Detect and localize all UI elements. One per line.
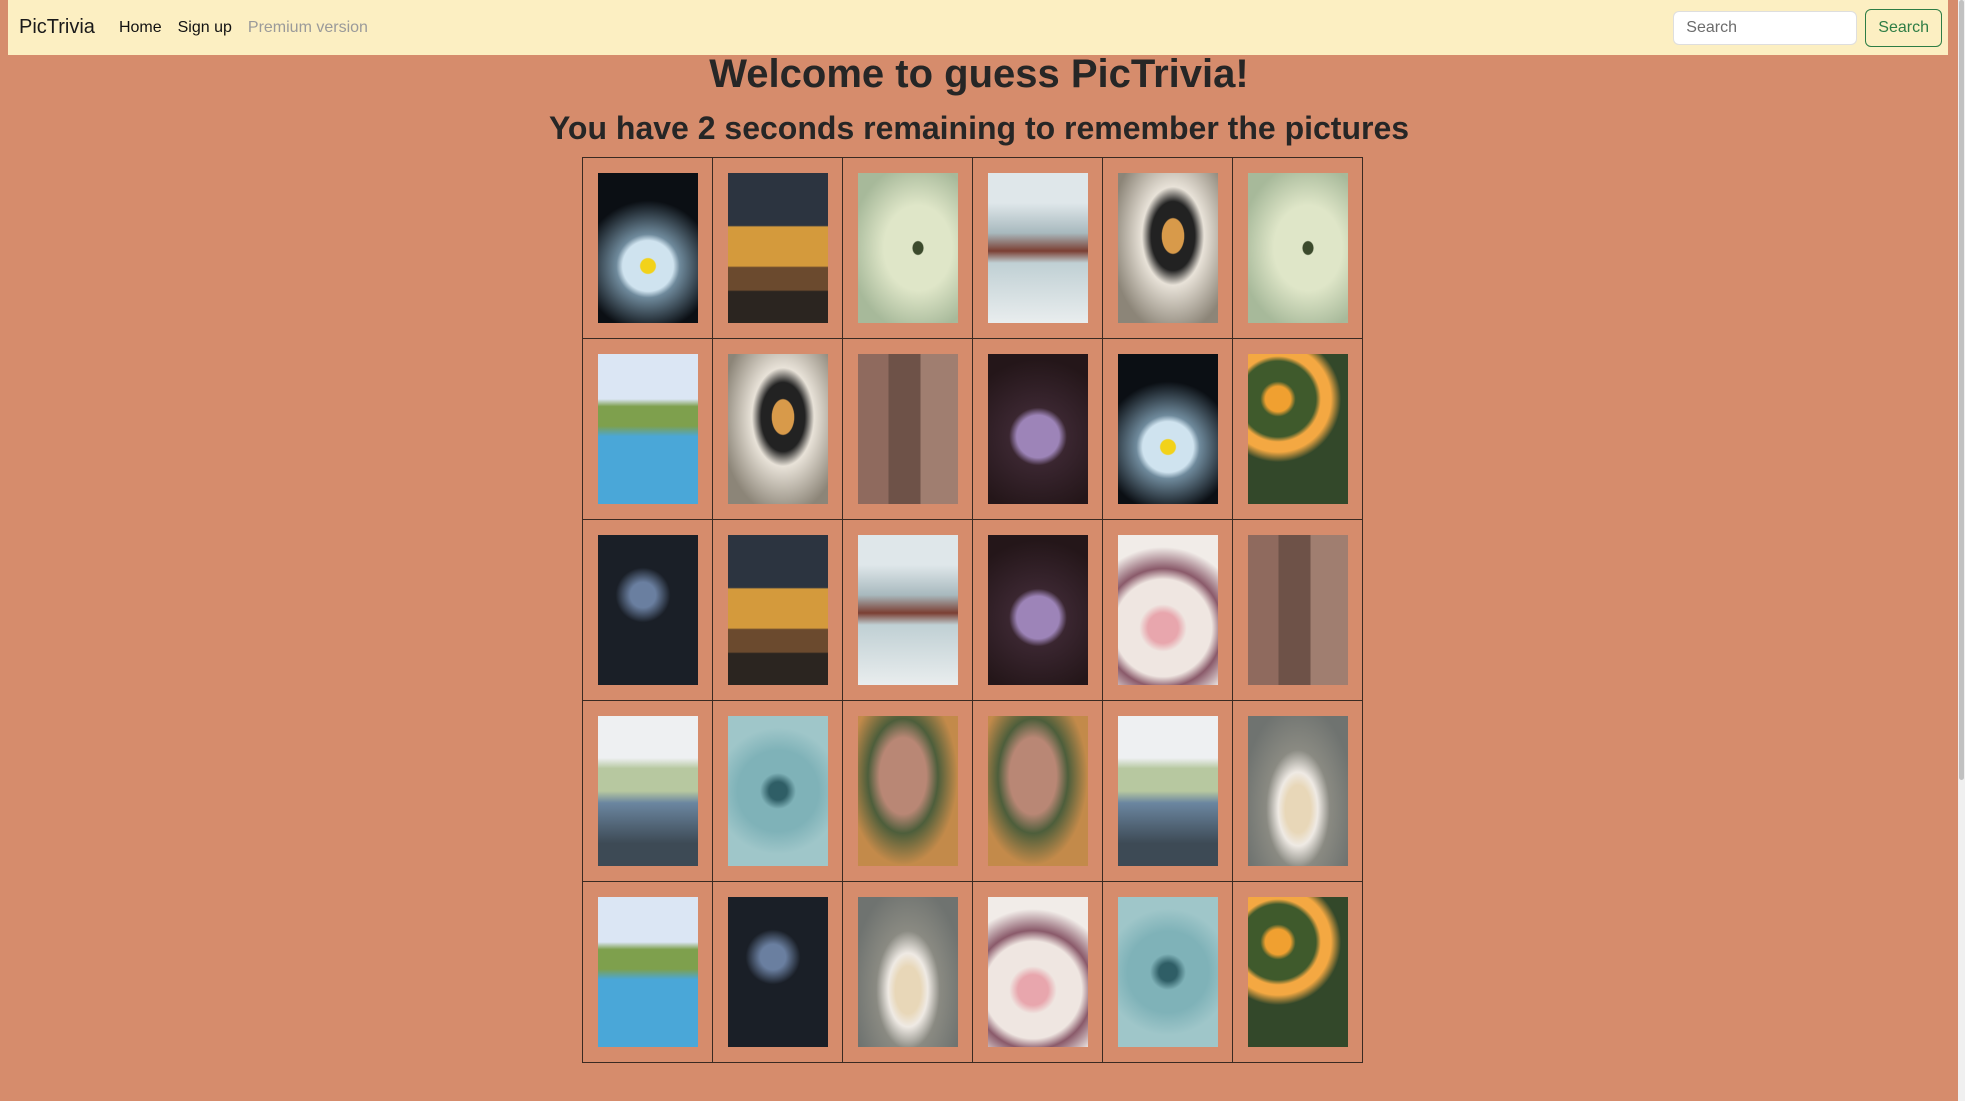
- grid-cell[interactable]: [842, 700, 973, 882]
- picture-surfer-wave[interactable]: [857, 535, 958, 685]
- grid-cell[interactable]: [1232, 338, 1363, 520]
- grid-cell[interactable]: [1102, 519, 1233, 701]
- nav-link-premium-version: Premium version: [247, 18, 368, 36]
- grid-cell[interactable]: [712, 519, 843, 701]
- picture-blue-succulent[interactable]: [1117, 897, 1218, 1047]
- picture-purple-popsicle-berries[interactable]: [987, 535, 1088, 685]
- picture-compact-mirror-eye[interactable]: [1117, 173, 1218, 323]
- picture-icecream-pool-palms[interactable]: [597, 897, 698, 1047]
- grid-cell[interactable]: [1232, 519, 1363, 701]
- grid-row: [582, 519, 1363, 701]
- picture-surfer-wave[interactable]: [987, 173, 1088, 323]
- grid-cell[interactable]: [582, 338, 713, 520]
- grid-cell[interactable]: [842, 519, 973, 701]
- picture-blonde-hair-plate[interactable]: [1247, 716, 1348, 866]
- grid-cell[interactable]: [972, 338, 1103, 520]
- picture-crocodile-water[interactable]: [1247, 173, 1348, 323]
- picture-blonde-hair-plate[interactable]: [857, 897, 958, 1047]
- vertical-scrollbar[interactable]: [1958, 0, 1965, 1101]
- grid-cell[interactable]: [842, 881, 973, 1063]
- grid-cell[interactable]: [712, 157, 843, 339]
- grid-cell[interactable]: [1232, 700, 1363, 882]
- picture-purple-popsicle-berries[interactable]: [987, 354, 1088, 504]
- picture-compact-mirror-eye[interactable]: [727, 354, 828, 504]
- picture-motocross-jump[interactable]: [727, 897, 828, 1047]
- scrollbar-thumb[interactable]: [1959, 0, 1964, 780]
- picture-flower-market-tent[interactable]: [1117, 716, 1218, 866]
- picture-splash-glass[interactable]: [597, 173, 698, 323]
- picture-tattooed-legs-flowers[interactable]: [857, 716, 958, 866]
- grid-row: [582, 700, 1363, 882]
- grid-cell[interactable]: [972, 519, 1103, 701]
- picture-grid: [582, 157, 1363, 1063]
- grid-cell[interactable]: [1102, 700, 1233, 882]
- grid-cell[interactable]: [972, 700, 1103, 882]
- picture-serum-bottle-flowers[interactable]: [1117, 535, 1218, 685]
- grid-cell[interactable]: [972, 157, 1103, 339]
- grid-cell[interactable]: [842, 338, 973, 520]
- grid-cell[interactable]: [1102, 881, 1233, 1063]
- search-input[interactable]: [1673, 10, 1858, 45]
- grid-cell[interactable]: [712, 881, 843, 1063]
- search-button[interactable]: Search: [1865, 8, 1942, 47]
- grid-cell[interactable]: [712, 700, 843, 882]
- picture-blue-succulent[interactable]: [727, 716, 828, 866]
- picture-wall-bicycle-woman[interactable]: [857, 354, 958, 504]
- picture-motocross-jump[interactable]: [597, 535, 698, 685]
- search-form: Search: [1673, 8, 1942, 47]
- grid-row: [582, 157, 1363, 339]
- picture-icecream-pool-palms[interactable]: [597, 354, 698, 504]
- grid-cell[interactable]: [1102, 338, 1233, 520]
- grid-cell[interactable]: [1102, 157, 1233, 339]
- navbar: PicTrivia Home Sign up Premium version S…: [8, 0, 1948, 55]
- grid-cell[interactable]: [712, 338, 843, 520]
- grid-cell[interactable]: [582, 519, 713, 701]
- picture-crocodile-water[interactable]: [857, 173, 958, 323]
- picture-orange-flowers[interactable]: [1247, 354, 1348, 504]
- grid-cell[interactable]: [1232, 881, 1363, 1063]
- picture-pancake-stack[interactable]: [727, 173, 828, 323]
- countdown-message: You have 2 seconds remaining to remember…: [548, 110, 1410, 146]
- page-body: PicTrivia Home Sign up Premium version S…: [0, 0, 1958, 1101]
- brand-logo[interactable]: PicTrivia: [19, 16, 95, 39]
- grid-cell[interactable]: [582, 881, 713, 1063]
- grid-cell[interactable]: [582, 700, 713, 882]
- picture-splash-glass[interactable]: [1117, 354, 1218, 504]
- page-title: Welcome to guess PicTrivia!: [709, 52, 1249, 96]
- grid-cell[interactable]: [582, 157, 713, 339]
- grid-row: [582, 881, 1363, 1063]
- nav-link-sign-up[interactable]: Sign up: [178, 19, 232, 37]
- picture-wall-bicycle-woman[interactable]: [1247, 535, 1348, 685]
- picture-serum-bottle-flowers[interactable]: [987, 897, 1088, 1047]
- picture-pancake-stack[interactable]: [727, 535, 828, 685]
- grid-cell[interactable]: [972, 881, 1103, 1063]
- picture-orange-flowers[interactable]: [1247, 897, 1348, 1047]
- grid-cell[interactable]: [842, 157, 973, 339]
- picture-tattooed-legs-flowers[interactable]: [987, 716, 1088, 866]
- picture-flower-market-tent[interactable]: [597, 716, 698, 866]
- grid-cell[interactable]: [1232, 157, 1363, 339]
- nav-link-home[interactable]: Home: [119, 19, 162, 37]
- grid-row: [582, 338, 1363, 520]
